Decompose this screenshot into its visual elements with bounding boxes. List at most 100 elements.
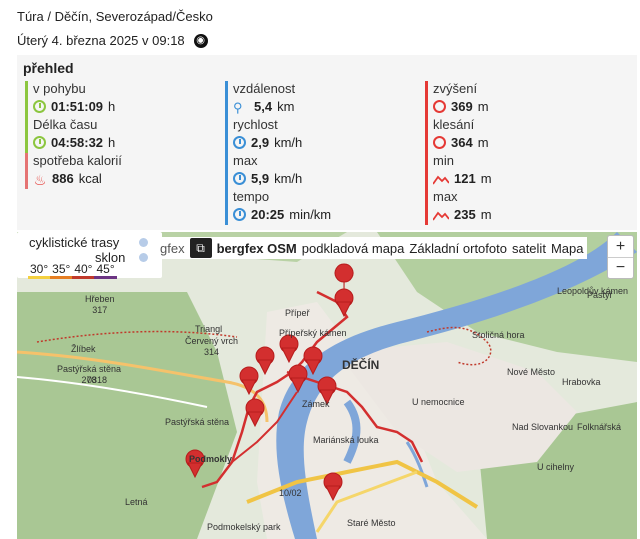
stat-value: 5,9 (251, 170, 270, 186)
stat-value-row: 369 m (433, 97, 615, 115)
speed-icon (233, 135, 246, 149)
map-place-label: Pastýř (587, 290, 613, 301)
layer-map[interactable]: Mapa (551, 241, 584, 256)
map-place-name: Nové Město (507, 367, 556, 377)
stat-item: zvýšení 369 m (425, 81, 615, 117)
cycle-routes-toggle[interactable] (139, 238, 148, 247)
activity-page: { "header": { "route": "Túra / Děčín, Se… (0, 0, 640, 539)
stat-color-bar (225, 189, 228, 225)
map-place-name: Staré Město (347, 518, 396, 528)
map-place-name: DĚČÍN (342, 358, 380, 372)
map-place-label: Letná (125, 497, 148, 508)
map-place-name: Žlíbek (71, 344, 96, 354)
layer-orthophoto[interactable]: Základní ortofoto (409, 241, 507, 256)
map-place-label: Stoličná hora (472, 330, 525, 341)
stat-value: 01:51:09 (51, 98, 104, 114)
stat-label: vzdálenost (233, 81, 296, 96)
stat-item: vzdálenost ⚲ 5,4 km (225, 81, 415, 117)
zoom-in-button[interactable]: + (608, 236, 633, 257)
layer-base-map[interactable]: podkladová mapa (302, 241, 405, 256)
map-place-name: Přípeřský kámen (279, 328, 347, 338)
overview-panel: přehled v pohybu 01:51:09 h Délka času 04:58… (17, 55, 637, 230)
map-place-name: Červený vrch (185, 336, 239, 346)
pace-icon (233, 207, 246, 221)
route-title: Túra / Děčín, Severozápad/Česko (17, 9, 213, 24)
stat-value-row: ⚲ 5,4 km (233, 97, 415, 115)
map-place-label: Zámek (302, 399, 330, 410)
layers-icon[interactable]: ⧉ (189, 238, 212, 258)
map-place-name: U nemocnice (412, 397, 465, 407)
map-place-name: Stoličná hora (472, 330, 525, 340)
stat-value-row: 364 m (433, 133, 615, 151)
stat-value-row: ♨ 886 kcal (33, 169, 215, 188)
datetime-text: Úterý 4. března 2025 v 09:18 (17, 33, 185, 48)
overview-title: přehled (23, 60, 74, 76)
layer-switcher: gfex ⧉ bergfex OSM podkladová mapa Zákla… (160, 237, 588, 259)
stat-value: 235 (454, 206, 476, 222)
stat-color-bar (425, 81, 428, 117)
stat-label: v pohybu (33, 81, 86, 96)
stat-color-bar (25, 81, 28, 117)
stat-value-row: 2,9 km/h (233, 133, 415, 151)
slope-scale: 30° 35° 40° 45° (28, 262, 117, 279)
slope-scale-step: 30° (28, 262, 51, 279)
stat-value: 364 (451, 134, 473, 150)
map-place-name: Folknářská (577, 422, 622, 432)
stats-column: vzdálenost ⚲ 5,4 km rychlost 2,9 km/h max 5,9 km/… (225, 81, 415, 225)
stat-unit: h (108, 98, 116, 114)
globe-icon[interactable]: ◉ (193, 33, 208, 48)
stat-item: min 121 m (425, 153, 615, 189)
map-place-name: Přípeř (285, 308, 310, 318)
stat-label: max (433, 189, 458, 204)
distance-icon: ⚲ (233, 99, 243, 115)
layer-satellite[interactable]: satelit (512, 241, 546, 256)
map-place-label: Nové Město (507, 367, 555, 378)
stat-color-bar (25, 153, 28, 189)
stat-value: 04:58:32 (51, 134, 104, 150)
map-place-label: Žlíbek (71, 344, 96, 355)
descent-icon (433, 135, 446, 149)
ascent-icon (433, 99, 446, 113)
map-place-name: Pastýř (587, 290, 613, 300)
stat-color-bar (25, 117, 28, 153)
stat-value: 886 (52, 170, 74, 186)
clock-icon (33, 135, 46, 149)
stat-unit: min/km (289, 206, 332, 222)
map-place-name: Nad Slovankou (512, 422, 574, 432)
map-place-label: Hřeben 317 (85, 294, 115, 316)
map-place-name: Podmokly (189, 454, 233, 464)
fire-icon: ♨ (33, 171, 47, 188)
stat-label: rychlost (233, 117, 278, 132)
map-place-elevation: 317 (92, 305, 108, 315)
stat-value-row: 235 m (432, 205, 615, 223)
zoom-control: + − (607, 235, 634, 279)
layer-partial[interactable]: gfex (160, 241, 185, 256)
zoom-out-button[interactable]: − (608, 257, 633, 278)
map-place-label: Triangl (195, 324, 222, 335)
map-place-name: Mariánská louka (313, 435, 379, 445)
map-place-elevation: 314 (203, 347, 220, 357)
stat-label: spotřeba kalorií (33, 153, 122, 168)
stat-item: rychlost 2,9 km/h (225, 117, 415, 153)
stats-column: v pohybu 01:51:09 h Délka času 04:58:32 h spot… (25, 81, 215, 189)
map-place-label: Pastýřská stěna (165, 417, 229, 428)
slope-toggle[interactable] (139, 253, 148, 262)
map-place-label: Folknářská (577, 422, 621, 433)
stat-value: 121 (454, 170, 476, 186)
stat-color-bar (425, 153, 428, 189)
slope-scale-step: 40° (72, 262, 95, 279)
stat-item: max 235 m (425, 189, 615, 225)
map-place-label: Podmokly (189, 454, 232, 465)
map-place-name: Hřeben (85, 294, 115, 304)
map-place-label: Mariánská louka (313, 435, 379, 446)
stat-item: max 5,9 km/h (225, 153, 415, 189)
altitude-icon (432, 209, 450, 221)
altitude-icon (432, 173, 450, 185)
layer-bergfex-osm[interactable]: bergfex OSM (217, 241, 297, 256)
stat-label: klesání (433, 117, 475, 132)
map-place-name: 0318 (87, 375, 108, 385)
map-place-name: Podmokelský park (207, 522, 281, 532)
map-place-label: Staré Město (347, 518, 396, 529)
stat-unit: m (480, 206, 492, 222)
stat-value: 369 (451, 98, 473, 114)
